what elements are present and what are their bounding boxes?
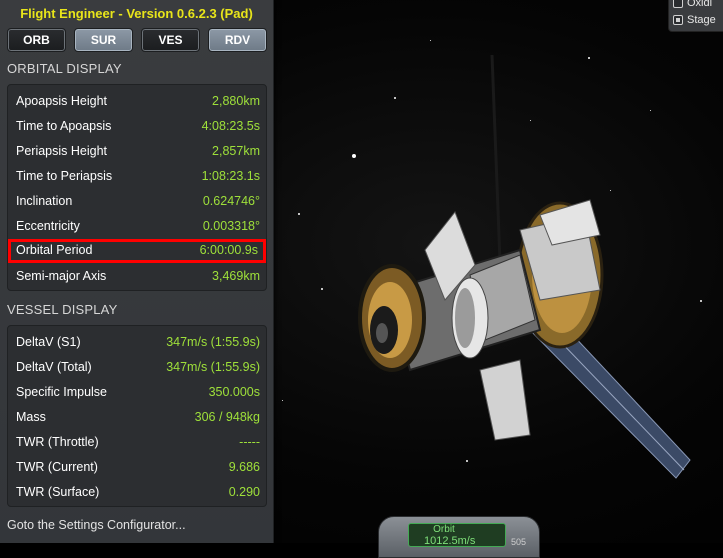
table-row: TWR (Current) 9.686 [8, 458, 268, 478]
row-value: 0.624746° [202, 194, 260, 208]
row-value: 6:00:00.9s [199, 243, 258, 257]
row-value: 2,857km [212, 144, 260, 158]
row-label: TWR (Surface) [16, 485, 100, 499]
table-row: Mass 306 / 948kg [8, 408, 268, 428]
row-value: 1:08:23.1s [201, 169, 260, 183]
row-value: ----- [239, 435, 260, 449]
row-label: Periapsis Height [16, 144, 108, 158]
tab-sur[interactable]: SUR [74, 28, 133, 52]
row-value: 2,880km [212, 94, 260, 108]
row-label: Time to Periapsis [16, 169, 113, 183]
orbital-display-box: Apoapsis Height 2,880km Time to Apoapsis… [7, 84, 267, 291]
row-label: Mass [16, 410, 46, 424]
row-label: TWR (Throttle) [16, 435, 99, 449]
window-title[interactable]: Flight Engineer - Version 0.6.2.3 (Pad) [0, 6, 273, 21]
tab-rdv[interactable]: RDV [208, 28, 267, 52]
vessel-display-heading: VESSEL DISPLAY [7, 302, 118, 317]
table-row: Time to Periapsis 1:08:23.1s [8, 167, 268, 187]
table-row: Eccentricity 0.003318° [8, 217, 268, 237]
row-value: 350.000s [208, 385, 260, 399]
row-label: Apoapsis Height [16, 94, 108, 108]
toggle-label: Stage [687, 14, 716, 26]
speed-extra-readout: 505 [511, 537, 527, 547]
toggle-oxidizer[interactable]: Oxidi [673, 0, 712, 10]
tab-ves[interactable]: VES [141, 28, 200, 52]
row-label: Eccentricity [16, 219, 80, 233]
row-value: 3,469km [212, 269, 260, 283]
tab-orb[interactable]: ORB [7, 28, 66, 52]
row-value: 306 / 948kg [194, 410, 260, 424]
speed-mode-label[interactable]: Orbit [408, 524, 480, 535]
highlighted-row-orbital-period: Orbital Period 6:00:00.9s [8, 239, 266, 263]
table-row: TWR (Surface) 0.290 [8, 483, 268, 503]
toggle-panel: Oxidi Stage [668, 0, 723, 32]
table-row: Inclination 0.624746° [8, 192, 268, 212]
row-value: 347m/s (1:55.9s) [166, 335, 260, 349]
toggle-label: Oxidi [687, 0, 713, 9]
row-value: 347m/s (1:55.9s) [166, 360, 260, 374]
table-row: Specific Impulse 350.000s [8, 383, 268, 403]
row-label: DeltaV (S1) [16, 335, 81, 349]
table-row: DeltaV (Total) 347m/s (1:55.9s) [8, 358, 268, 378]
row-label: Orbital Period [16, 243, 93, 257]
antenna [490, 54, 502, 263]
row-label: Time to Apoapsis [16, 119, 112, 133]
checkbox[interactable] [673, 0, 683, 8]
row-label: Inclination [16, 194, 73, 208]
flight-engineer-window[interactable]: Flight Engineer - Version 0.6.2.3 (Pad) … [0, 0, 274, 543]
row-label: Specific Impulse [16, 385, 108, 399]
row-value: 4:08:23.5s [201, 119, 260, 133]
row-label: TWR (Current) [16, 460, 98, 474]
display-tabs: ORB SUR VES RDV [7, 28, 269, 54]
checkbox[interactable] [673, 15, 683, 25]
table-row: Periapsis Height 2,857km [8, 142, 268, 162]
row-label: Semi-major Axis [16, 269, 107, 283]
settings-configurator-link[interactable]: Goto the Settings Configurator... [7, 518, 186, 532]
row-label: DeltaV (Total) [16, 360, 92, 374]
toggle-stage[interactable]: Stage [673, 13, 716, 27]
table-row: DeltaV (S1) 347m/s (1:55.9s) [8, 333, 268, 353]
row-value: 9.686 [228, 460, 260, 474]
table-row: Semi-major Axis 3,469km [8, 267, 268, 287]
table-row: Time to Apoapsis 4:08:23.5s [8, 117, 268, 137]
speed-readout: 1012.5m/s [424, 535, 476, 547]
table-row: Apoapsis Height 2,880km [8, 92, 268, 112]
vessel-display-box: DeltaV (S1) 347m/s (1:55.9s) DeltaV (Tot… [7, 325, 267, 507]
orbital-display-heading: ORBITAL DISPLAY [7, 61, 122, 76]
row-value: 0.290 [228, 485, 260, 499]
row-value: 0.003318° [202, 219, 260, 233]
table-row: TWR (Throttle) ----- [8, 433, 268, 453]
